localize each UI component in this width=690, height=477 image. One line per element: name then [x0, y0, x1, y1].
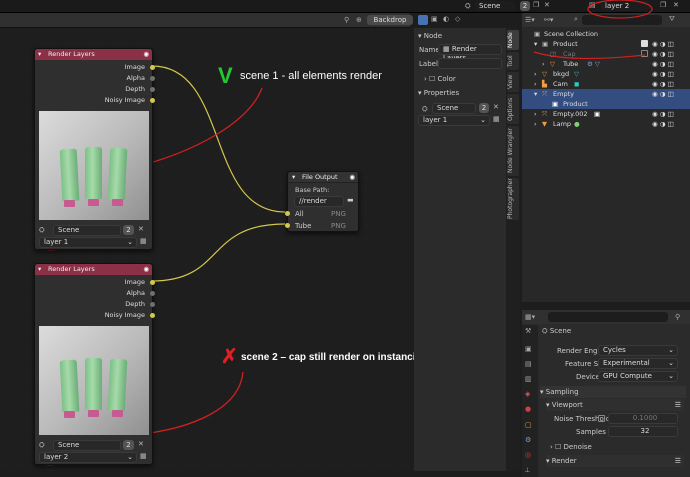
physics-tab-icon[interactable]: ◎	[525, 451, 531, 459]
world-tab-icon[interactable]: ●	[525, 405, 531, 413]
output-tab-icon[interactable]: ▤	[525, 360, 532, 368]
panel-title: Denoise	[563, 443, 592, 451]
render-engine-select[interactable]: Cycles ⌄	[598, 345, 678, 356]
samples-label: Samples	[576, 428, 606, 436]
viewlayer-tab-icon[interactable]: ▥	[525, 375, 532, 383]
properties-tab-strip: ⚒ ▣ ▤ ▥ ◈ ● ▢ ⚙ ◎ ⟂	[522, 325, 538, 477]
device-select[interactable]: GPU Compute ⌄	[598, 371, 678, 382]
tool-tab-icon[interactable]: ⚒	[525, 327, 531, 335]
panel-title: Viewport	[551, 401, 583, 409]
list-icon: ☰	[674, 457, 681, 465]
props-search[interactable]	[548, 312, 668, 322]
scene-tab-icon[interactable]: ◈	[525, 390, 530, 398]
list-icon: ☰	[674, 401, 681, 409]
pin-icon[interactable]: ⚲	[675, 313, 680, 321]
select-value: Cycles	[603, 346, 626, 354]
object-tab-icon[interactable]: ▢	[525, 421, 532, 429]
scene-breadcrumb: ⛭ Scene	[542, 327, 571, 336]
input-value: 32	[640, 427, 650, 435]
chevron-right-icon: › ☐	[550, 443, 564, 451]
panel-title: Sampling	[545, 388, 579, 396]
select-value: GPU Compute	[603, 372, 652, 380]
chevron-down-icon: ⌄	[668, 346, 674, 354]
render-subpanel-header[interactable]: ▾ Render ☰	[546, 455, 684, 467]
breadcrumb-label: Scene	[549, 327, 572, 335]
noise-checkbox[interactable]	[598, 415, 605, 422]
constraint-tab-icon[interactable]: ⟂	[525, 466, 530, 475]
scene-icon: ⛭	[542, 327, 550, 335]
modifier-tab-icon[interactable]: ⚙	[525, 436, 531, 444]
denoise-subpanel[interactable]: › ☐ Denoise	[550, 443, 592, 451]
chevron-down-icon: ⌄	[668, 372, 674, 380]
editor-type-icon[interactable]: ▦▾	[525, 313, 535, 321]
viewport-subpanel-header[interactable]: ▾ Viewport ☰	[546, 399, 684, 411]
props-header: ▦▾ ⚲	[522, 310, 690, 324]
noise-threshold-input[interactable]: 0.1000	[608, 413, 678, 424]
view-layer-circle	[587, 0, 653, 19]
cap-underline	[533, 51, 646, 60]
properties-editor: ▦▾ ⚲ ⛭ Scene Render Engine Cycles ⌄ Featu…	[522, 310, 690, 477]
chevron-down-icon: ⌄	[668, 359, 674, 367]
input-value: 0.1000	[632, 414, 658, 422]
render-tab-icon[interactable]: ▣	[525, 345, 532, 353]
device-label: Device	[576, 373, 600, 381]
samples-input[interactable]: 32	[608, 426, 678, 437]
select-value: Experimental	[603, 359, 650, 367]
feature-set-select[interactable]: Experimental ⌄	[598, 358, 678, 369]
panel-title: Render	[551, 457, 577, 465]
sampling-panel-header[interactable]: ▾ Sampling	[540, 386, 686, 398]
